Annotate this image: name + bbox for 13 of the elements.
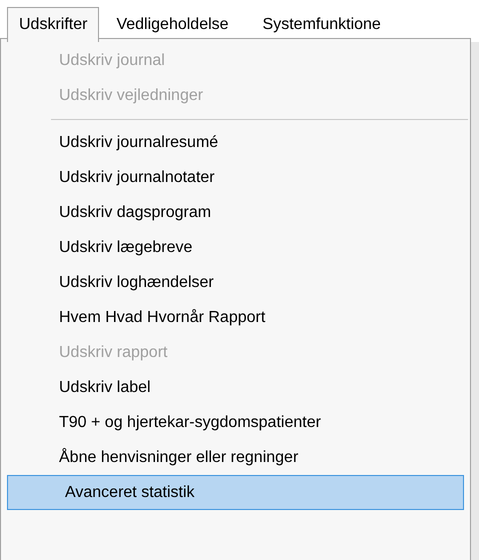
menu-item[interactable]: Udskriv journalnotater — [1, 160, 470, 195]
menu-bar-item[interactable]: Udskrifter — [7, 7, 100, 42]
menu-item[interactable]: Åbne henvisninger eller regninger — [1, 440, 470, 475]
menu-item[interactable]: T90 + og hjertekar-sygdomspatienter — [1, 405, 470, 440]
menu-bar-item[interactable]: Systemfunktione — [246, 7, 398, 42]
menu-bar-item[interactable]: Vedligeholdelse — [99, 7, 246, 42]
menu-item[interactable]: Udskriv label — [1, 370, 470, 405]
menu-item[interactable]: Udskriv lægebreve — [1, 230, 470, 265]
menu-item[interactable]: Udskriv dagsprogram — [1, 195, 470, 230]
menu-item[interactable]: Udskriv journalresumé — [1, 125, 470, 160]
menu-item[interactable]: Udskriv loghændelser — [1, 265, 470, 300]
menu-item[interactable]: Hvem Hvad Hvornår Rapport — [1, 300, 470, 335]
menu-item[interactable]: Avanceret statistik — [7, 475, 464, 510]
